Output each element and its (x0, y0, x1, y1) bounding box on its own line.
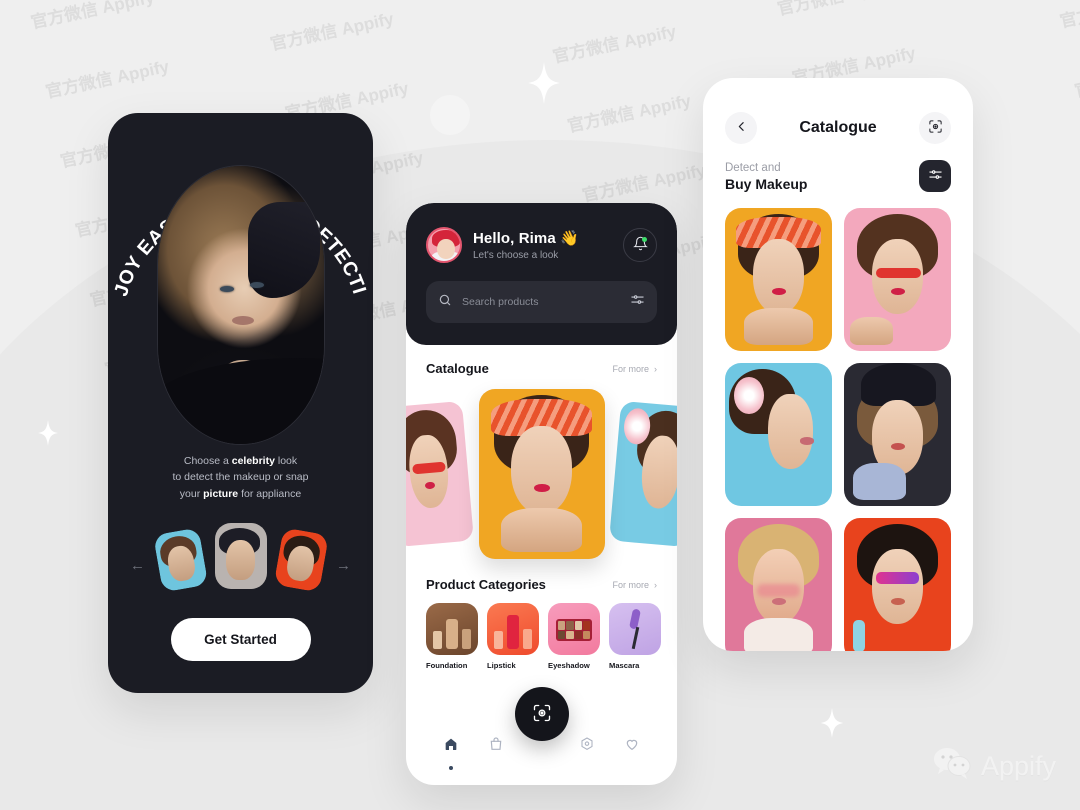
category-item[interactable]: Eyeshadow (548, 603, 600, 670)
catalogue-topbar: Catalogue (703, 78, 973, 144)
subtitle-small: Detect and (725, 162, 781, 174)
phone-catalogue: Catalogue Detect and Buy Makeup (703, 78, 973, 651)
category-label: Eyeshadow (548, 661, 590, 670)
for-more-label: For more (612, 363, 649, 374)
category-list: Foundation Lipstick Eyeshadow Mascara (406, 592, 677, 670)
watermark-text: 官方微信 Appify (29, 0, 156, 33)
catalogue-subtitle: Detect and Buy Makeup (703, 144, 973, 192)
sparkle-icon (820, 708, 844, 738)
desc-line1-pre: Choose a (183, 455, 232, 467)
scan-button[interactable] (919, 112, 951, 144)
chevron-right-icon: › (654, 363, 657, 374)
desc-line3-post: for appliance (238, 487, 302, 500)
look-thumbnail[interactable] (273, 527, 329, 593)
scan-face-icon (928, 119, 943, 137)
look-card[interactable] (844, 208, 951, 351)
phone-onboarding: ENJOY EASY ✦ MAKEUP DETECTION Choose a c… (108, 113, 373, 693)
watermark-text: 官方微信 Appify (1072, 56, 1080, 101)
search-input[interactable] (462, 296, 620, 308)
brand-logo: Appify (933, 747, 1056, 786)
scan-face-button[interactable] (514, 687, 569, 741)
desc-line1-post: look (274, 455, 298, 467)
tab-settings[interactable] (570, 729, 604, 763)
desc-line2: to detect the makeup or snap (172, 471, 309, 484)
filter-button[interactable] (919, 160, 951, 192)
avatar[interactable] (426, 227, 462, 263)
carousel-prev-arrow[interactable]: ← (130, 557, 145, 574)
category-label: Lipstick (487, 661, 516, 670)
tab-home[interactable] (434, 729, 468, 770)
carousel-card[interactable] (406, 400, 474, 547)
sparkle-icon (528, 62, 560, 104)
category-label: Mascara (609, 661, 640, 670)
catalogue-title: Catalogue (426, 361, 489, 376)
carousel-card[interactable] (609, 400, 677, 547)
hexagon-icon (579, 736, 595, 757)
look-card[interactable] (725, 208, 832, 351)
desc-line1-bold: celebrity (231, 455, 275, 467)
category-item[interactable]: Lipstick (487, 603, 539, 670)
look-carousel[interactable] (108, 523, 373, 593)
look-card[interactable] (725, 363, 832, 506)
chevron-left-icon (735, 120, 748, 136)
watermark-text: 官方微信 Appify (728, 0, 950, 30)
hero-portrait (156, 165, 325, 445)
background-dot (430, 95, 470, 135)
heart-icon (624, 736, 640, 757)
chevron-right-icon: › (654, 579, 657, 590)
active-tab-indicator (448, 766, 453, 770)
category-item[interactable]: Mascara (609, 603, 661, 670)
category-label: Foundation (426, 661, 468, 670)
watermark-text: 官方微信 Appify (1058, 0, 1080, 32)
look-card[interactable] (844, 363, 951, 506)
carousel-card-active[interactable] (478, 388, 605, 559)
bag-icon (488, 736, 504, 757)
for-more-label: For more (612, 579, 649, 590)
sparkle-icon (38, 420, 58, 446)
catalogue-section-header: Catalogue For more › (406, 345, 677, 376)
get-started-button[interactable]: Get Started (170, 618, 311, 661)
look-thumbnail[interactable] (214, 523, 267, 589)
tab-bag[interactable] (479, 729, 513, 763)
filter-sliders-icon[interactable] (630, 292, 645, 312)
filter-sliders-icon (928, 167, 943, 185)
categories-for-more-link[interactable]: For more › (612, 580, 657, 590)
look-card[interactable] (844, 518, 951, 651)
onboarding-description: Choose a celebrity look to detect the ma… (108, 453, 373, 502)
page-title: Catalogue (799, 119, 877, 136)
greeting-text: Hello, Rima 👋 (473, 230, 579, 247)
catalogue-carousel[interactable] (406, 386, 677, 561)
watermark-text: 官方微信 Appify (488, 0, 710, 8)
product-categories-title: Product Categories (426, 577, 546, 592)
watermark-text: 官方微信 Appify (268, 9, 396, 54)
notification-badge (642, 237, 647, 242)
search-bar[interactable] (426, 281, 657, 323)
look-thumbnail[interactable] (152, 527, 208, 593)
wechat-logo-icon (933, 747, 973, 786)
search-icon (438, 293, 452, 312)
home-icon (443, 736, 459, 757)
subgreeting-text: Let's choose a look (473, 250, 559, 261)
watermark-text: 官方微信 Appify (43, 56, 171, 102)
back-button[interactable] (725, 112, 757, 144)
product-categories-header: Product Categories For more › (406, 561, 677, 592)
look-card[interactable] (725, 518, 832, 651)
carousel-next-arrow[interactable]: → (336, 557, 351, 574)
notifications-button[interactable] (623, 228, 657, 262)
desc-line3-bold: picture (203, 487, 239, 500)
phone-home: Hello, Rima 👋 Let's choose a look Search… (406, 203, 677, 785)
brand-logo-text: Appify (980, 751, 1056, 781)
look-grid (703, 192, 973, 651)
watermark-text: 官方微信 Appify (1040, 111, 1080, 182)
tab-favorites[interactable] (615, 729, 649, 763)
screenshot-canvas: 官方微信 Appify 官方微信 Appify 官方微信 Appify 官方微信 Ap… (0, 0, 1080, 810)
home-header: Hello, Rima 👋 Let's choose a look (406, 203, 677, 345)
catalogue-for-more-link[interactable]: For more › (612, 364, 657, 374)
subtitle-big: Buy Makeup (725, 176, 808, 192)
scan-face-icon (532, 703, 552, 726)
category-item[interactable]: Foundation (426, 603, 478, 670)
desc-line3-pre: your (179, 487, 204, 500)
